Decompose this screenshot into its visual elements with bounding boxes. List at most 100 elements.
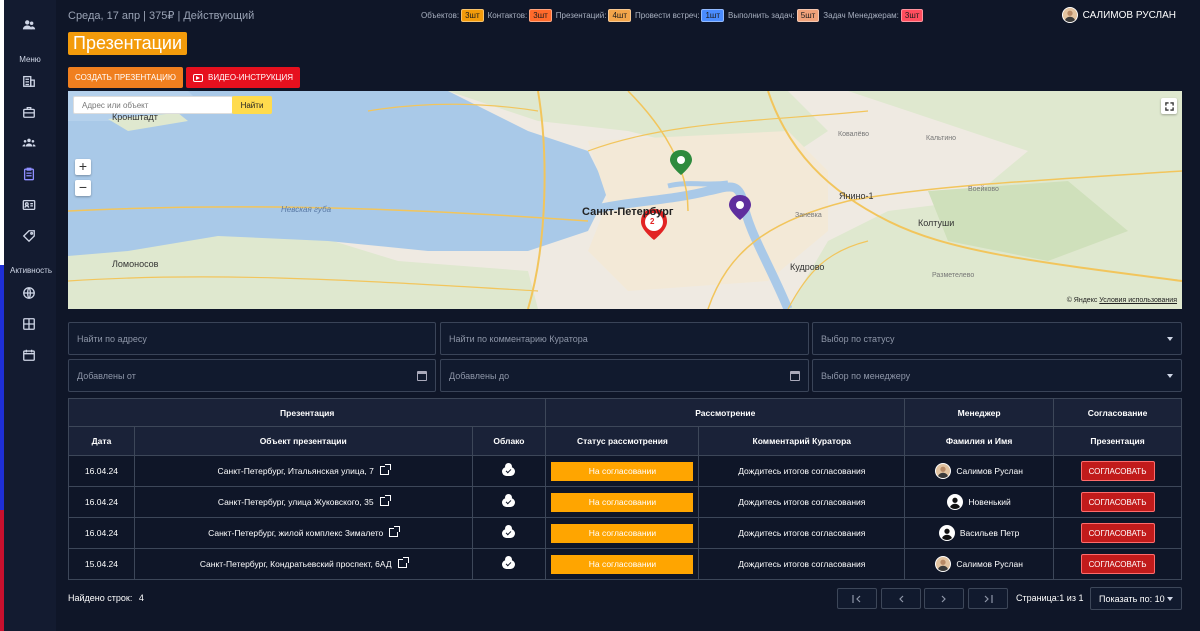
row-date: 16.04.24 xyxy=(68,486,135,518)
counter-label: Выполнить задач: xyxy=(728,11,795,20)
map-label-koltushi: Колтуши xyxy=(918,218,955,228)
counter-badge: 5шт xyxy=(796,9,820,22)
status-filter-select[interactable]: Выбор по статусу xyxy=(812,322,1182,355)
comment-filter-placeholder: Найти по комментарию Куратора xyxy=(449,333,588,344)
counter-badge: 3шт xyxy=(900,9,924,22)
map[interactable]: Адрес или объект Найти + − Кронштадт Нев… xyxy=(68,91,1182,309)
manager-filter-select[interactable]: Выбор по менеджеру xyxy=(812,359,1182,392)
calendar-icon[interactable] xyxy=(20,346,38,364)
row-manager-name: Новенький xyxy=(968,496,1011,507)
row-object-cell[interactable]: Санкт-Петербург, Кондратьевский проспект… xyxy=(133,548,473,580)
tag-icon[interactable] xyxy=(20,227,38,245)
external-link-icon[interactable] xyxy=(379,464,391,475)
page-info: Страница:1 из 1 xyxy=(1016,593,1084,603)
per-page-select[interactable]: Показать по: 10 xyxy=(1090,587,1182,610)
column-header-date[interactable]: Дата xyxy=(68,426,135,456)
added-to-date-input[interactable]: Добавлены до xyxy=(440,359,809,392)
column-header-approve[interactable]: Презентация xyxy=(1053,426,1182,456)
row-object-cell[interactable]: Санкт-Петербург, жилой комплекс Зималето xyxy=(133,517,473,549)
row-date: 16.04.24 xyxy=(68,455,135,487)
approve-button[interactable]: СОГЛАСОВАТЬ xyxy=(1080,492,1155,512)
zoom-out-button[interactable]: − xyxy=(75,180,91,196)
counter-contacts[interactable]: Контактов: 3шт xyxy=(488,9,552,22)
users-icon[interactable] xyxy=(20,16,38,34)
first-page-button[interactable] xyxy=(837,588,877,609)
counter-label: Задач Менеджерам: xyxy=(823,11,899,20)
map-cluster-count[interactable]: 2 xyxy=(650,217,654,226)
video-play-icon xyxy=(193,73,203,82)
last-page-button[interactable] xyxy=(968,588,1008,609)
approve-button[interactable]: СОГЛАСОВАТЬ xyxy=(1080,523,1155,543)
globe-icon[interactable] xyxy=(20,284,38,302)
cloud-check-icon[interactable] xyxy=(502,525,516,539)
added-from-date-input[interactable]: Добавлены от xyxy=(68,359,436,392)
address-filter-input[interactable]: Найти по адресу xyxy=(68,322,436,355)
map-terms-link[interactable]: Условия использования xyxy=(1099,297,1177,304)
cloud-check-icon[interactable] xyxy=(502,494,516,508)
user-menu[interactable]: САЛИМОВ РУСЛАН xyxy=(1061,7,1176,23)
row-status-cell: На согласовании xyxy=(545,455,700,487)
row-object: Санкт-Петербург, Итальянская улица, 7 xyxy=(217,466,374,476)
column-header-object[interactable]: Объект презентации xyxy=(133,426,473,456)
map-find-button[interactable]: Найти xyxy=(232,96,272,114)
user-name: САЛИМОВ РУСЛАН xyxy=(1082,9,1176,21)
map-label-kovalevo: Ковалёво xyxy=(838,131,870,138)
page-title: Презентации xyxy=(68,32,188,55)
zoom-in-button[interactable]: + xyxy=(75,159,91,175)
row-cloud-cell xyxy=(471,517,547,549)
calendar-icon[interactable] xyxy=(790,370,800,381)
menu-section-label: Меню xyxy=(19,55,41,64)
id-card-icon[interactable] xyxy=(20,196,38,214)
counter-presentations[interactable]: Презентаций: 4шт xyxy=(556,9,631,22)
column-header-status[interactable]: Статус рассмотрения xyxy=(545,426,700,456)
chevron-down-icon xyxy=(1167,596,1173,601)
create-presentation-button[interactable]: СОЗДАТЬ ПРЕЗЕНТАЦИЮ xyxy=(68,67,183,88)
calendar-icon[interactable] xyxy=(417,370,427,381)
approve-button[interactable]: СОГЛАСОВАТЬ xyxy=(1080,554,1155,574)
column-header-manager-name[interactable]: Фамилия и Имя xyxy=(904,426,1055,456)
approve-button[interactable]: СОГЛАСОВАТЬ xyxy=(1080,461,1155,481)
topbar-date-info: Среда, 17 апр | 375₽ | Действующий xyxy=(68,10,255,22)
grid-icon[interactable] xyxy=(20,315,38,333)
sidebar: Меню Активность xyxy=(4,0,56,631)
table-row: 16.04.24 Санкт-Петербург, улица Жуковско… xyxy=(68,486,1182,518)
added-from-placeholder: Добавлены от xyxy=(77,370,136,381)
fullscreen-icon[interactable] xyxy=(1161,98,1177,114)
row-object-cell[interactable]: Санкт-Петербург, Итальянская улица, 7 xyxy=(133,455,473,487)
comment-filter-input[interactable]: Найти по комментарию Куратора xyxy=(440,322,809,355)
column-header-cloud[interactable]: Облако xyxy=(471,426,547,456)
external-link-icon[interactable] xyxy=(389,526,401,537)
counter-objects[interactable]: Объектов: 3шт xyxy=(421,9,484,22)
counter-manager-tasks[interactable]: Задач Менеджерам: 3шт xyxy=(823,9,924,22)
clipboard-icon[interactable] xyxy=(20,165,38,183)
row-object: Санкт-Петербург, Кондратьевский проспект… xyxy=(199,559,392,569)
row-object: Санкт-Петербург, жилой комплекс Зималето xyxy=(208,528,384,538)
row-comment: Дождитесь итогов согласования xyxy=(698,455,906,487)
briefcase-icon[interactable] xyxy=(20,103,38,121)
chevron-down-icon xyxy=(1167,336,1173,341)
building-icon[interactable] xyxy=(20,72,38,90)
cloud-check-icon[interactable] xyxy=(502,463,516,477)
group-icon[interactable] xyxy=(20,134,38,152)
rows-found-count: 4 xyxy=(138,593,144,603)
counter-tasks[interactable]: Выполнить задач: 5шт xyxy=(728,9,820,22)
row-object-cell[interactable]: Санкт-Петербург, улица Жуковского, 35 xyxy=(133,486,473,518)
counter-badge: 3шт xyxy=(529,9,552,22)
video-instruction-button[interactable]: ВИДЕО-ИНСТРУКЦИЯ xyxy=(186,67,300,88)
external-link-icon[interactable] xyxy=(397,557,409,568)
map-copyright-text: © Яндекс xyxy=(1066,297,1098,304)
counter-badge: 1шт xyxy=(701,9,724,22)
counter-label: Презентаций: xyxy=(555,11,607,20)
table-row: 15.04.24 Санкт-Петербург, Кондратьевский… xyxy=(68,548,1182,580)
cloud-check-icon[interactable] xyxy=(502,556,516,570)
map-label-kaltino: Кальтино xyxy=(926,135,957,142)
table-row: 16.04.24 Санкт-Петербург, Итальянская ул… xyxy=(68,455,1182,487)
next-page-button[interactable] xyxy=(924,588,964,609)
prev-page-button[interactable] xyxy=(881,588,921,609)
column-header-comment[interactable]: Комментарий Куратора xyxy=(698,426,906,456)
row-action-cell: СОГЛАСОВАТЬ xyxy=(1053,548,1182,580)
app-frame: Меню Активность Среда, 17 апр | 375₽ | Д… xyxy=(0,0,1200,631)
external-link-icon[interactable] xyxy=(379,495,391,506)
counter-meetings[interactable]: Провести встреч: 1шт xyxy=(635,9,724,22)
activity-section-label: Активность xyxy=(10,266,53,275)
